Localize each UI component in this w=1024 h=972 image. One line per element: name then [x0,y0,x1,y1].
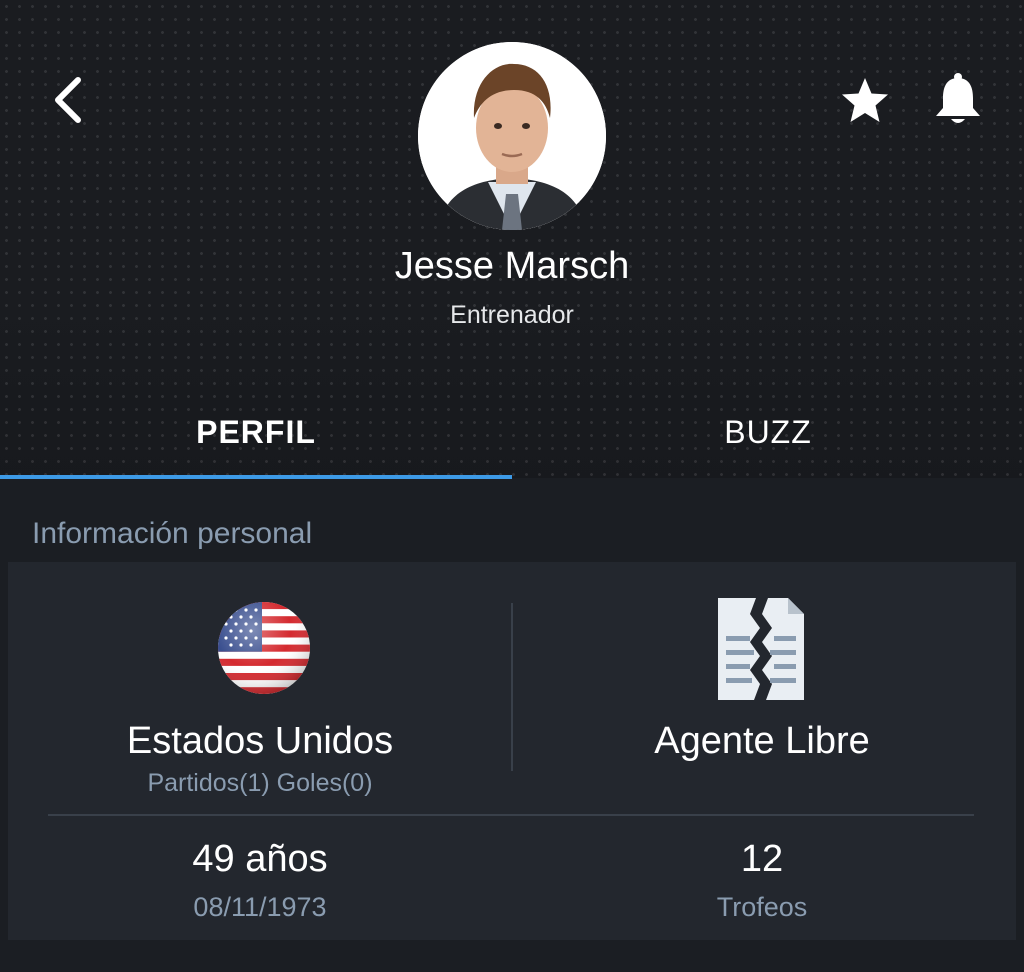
contract-status: Agente Libre [654,720,870,762]
notifications-button[interactable] [930,70,986,128]
birth-date: 08/11/1973 [193,892,327,922]
coach-portrait [418,42,606,230]
active-tab-indicator [0,475,512,479]
coach-avatar [418,42,606,230]
age: 49 años [192,838,328,880]
chevron-left-icon [55,77,81,123]
tab-perfil[interactable]: PERFIL [0,408,512,468]
national-team-stats: Partidos(1) Goles(0) [147,769,373,797]
back-button[interactable] [48,72,92,128]
nationality: Estados Unidos [126,720,394,762]
trophies-count: 12 [740,838,784,880]
horizontal-divider [48,814,974,816]
coach-role: Entrenador [450,301,574,329]
section-title: Información personal [32,517,313,550]
star-icon [842,78,888,122]
favorite-button[interactable] [838,74,892,128]
us-flag-icon [218,602,310,694]
tab-buzz[interactable]: BUZZ [512,408,1024,468]
coach-name: Jesse Marsch [394,245,630,287]
bell-icon [936,73,980,123]
torn-contract-icon [718,598,804,700]
trophies-label: Trofeos [716,892,808,922]
